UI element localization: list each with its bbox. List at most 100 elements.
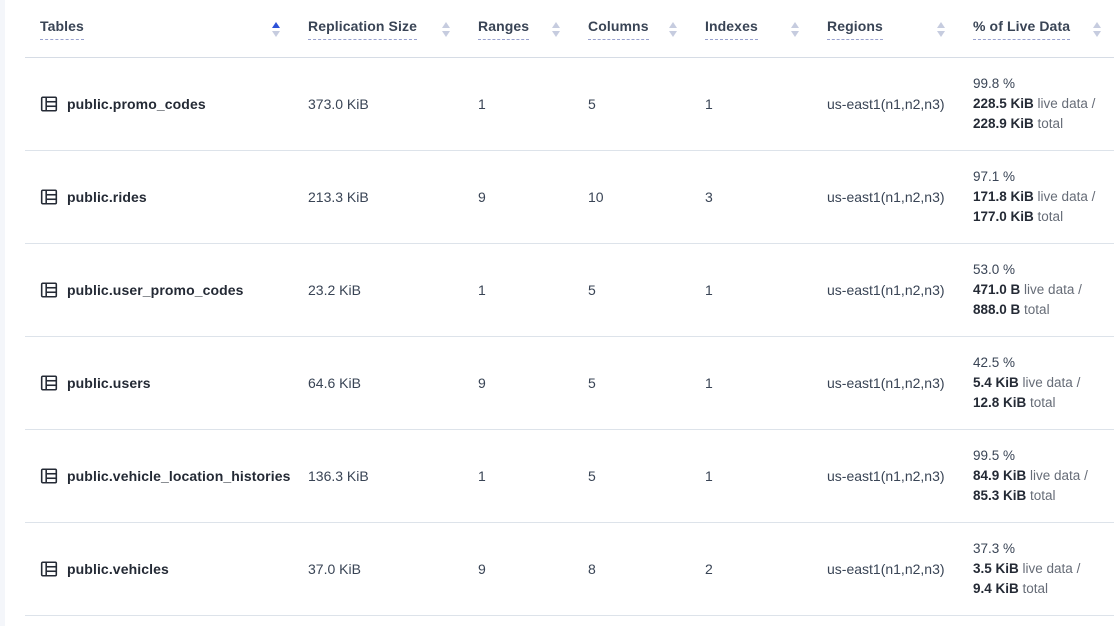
column-header[interactable]: Ranges (463, 18, 573, 40)
cell-columns: 5 (573, 96, 690, 112)
column-header[interactable]: Replication Size (293, 18, 463, 40)
total-data-amount: 9.4 KiB total (973, 579, 1114, 599)
cell-indexes: 1 (690, 96, 812, 112)
live-data-amount: 228.5 KiB live data / (973, 94, 1114, 114)
table-name-link[interactable]: public.users (67, 375, 151, 391)
sort-arrows-icon[interactable] (442, 20, 450, 37)
cell-table-name: public.rides (25, 188, 293, 206)
sort-desc-icon (442, 31, 450, 37)
table-name-link[interactable]: public.vehicle_location_histories (67, 468, 290, 484)
cell-replication-size: 213.3 KiB (293, 189, 463, 205)
table-icon (40, 281, 58, 299)
sort-asc-icon (552, 22, 560, 28)
column-header[interactable]: Regions (812, 18, 958, 40)
column-header[interactable]: Tables (25, 18, 293, 40)
cell-indexes: 3 (690, 189, 812, 205)
column-header-label: Ranges (478, 18, 529, 40)
live-data-amount: 171.8 KiB live data / (973, 187, 1114, 207)
cell-indexes: 1 (690, 375, 812, 391)
column-header-label: Indexes (705, 18, 758, 40)
cell-live-data: 97.1 % 171.8 KiB live data / 177.0 KiB t… (958, 167, 1114, 227)
table-name-link[interactable]: public.user_promo_codes (67, 282, 244, 298)
tables-table: Tables Replication Size Ranges Columns I… (25, 0, 1114, 616)
sort-desc-icon (552, 31, 560, 37)
cell-table-name: public.user_promo_codes (25, 281, 293, 299)
cell-columns: 5 (573, 375, 690, 391)
sort-arrows-icon[interactable] (552, 20, 560, 37)
column-header-label: Regions (827, 18, 883, 40)
sort-arrows-icon[interactable] (937, 20, 945, 37)
cell-columns: 5 (573, 468, 690, 484)
table-icon (40, 95, 58, 113)
cell-live-data: 99.8 % 228.5 KiB live data / 228.9 KiB t… (958, 74, 1114, 134)
page-left-gutter (0, 0, 5, 626)
sort-desc-icon (791, 31, 799, 37)
total-data-amount: 177.0 KiB total (973, 207, 1114, 227)
table-icon (40, 188, 58, 206)
table-row[interactable]: public.users 64.6 KiB 9 5 1 us-east1(n1,… (25, 337, 1114, 430)
cell-table-name: public.promo_codes (25, 95, 293, 113)
sort-desc-icon (669, 31, 677, 37)
tables-page: Tables Replication Size Ranges Columns I… (0, 0, 1114, 626)
table-row[interactable]: public.promo_codes 373.0 KiB 1 5 1 us-ea… (25, 58, 1114, 151)
sort-arrows-icon[interactable] (1093, 20, 1101, 37)
sort-asc-icon (1093, 22, 1101, 28)
cell-live-data: 37.3 % 3.5 KiB live data / 9.4 KiB total (958, 539, 1114, 599)
live-data-amount: 471.0 B live data / (973, 280, 1114, 300)
cell-columns: 5 (573, 282, 690, 298)
cell-regions: us-east1(n1,n2,n3) (812, 282, 958, 298)
sort-arrows-icon[interactable] (791, 20, 799, 37)
live-data-percent: 37.3 % (973, 539, 1114, 559)
cell-replication-size: 37.0 KiB (293, 561, 463, 577)
cell-ranges: 1 (463, 468, 573, 484)
live-data-percent: 53.0 % (973, 260, 1114, 280)
column-header[interactable]: Columns (573, 18, 690, 40)
table-icon (40, 374, 58, 392)
cell-live-data: 53.0 % 471.0 B live data / 888.0 B total (958, 260, 1114, 320)
total-data-amount: 228.9 KiB total (973, 114, 1114, 134)
cell-ranges: 9 (463, 189, 573, 205)
cell-table-name: public.vehicle_location_histories (25, 467, 293, 485)
sort-asc-icon (272, 22, 280, 28)
sort-arrows-icon[interactable] (272, 20, 280, 37)
cell-replication-size: 23.2 KiB (293, 282, 463, 298)
live-data-amount: 5.4 KiB live data / (973, 373, 1114, 393)
live-data-amount: 3.5 KiB live data / (973, 559, 1114, 579)
live-data-amount: 84.9 KiB live data / (973, 466, 1114, 486)
column-header-label: Columns (588, 18, 649, 40)
cell-replication-size: 373.0 KiB (293, 96, 463, 112)
cell-replication-size: 64.6 KiB (293, 375, 463, 391)
table-icon (40, 467, 58, 485)
column-header[interactable]: % of Live Data (958, 18, 1114, 40)
live-data-percent: 99.5 % (973, 446, 1114, 466)
table-name-link[interactable]: public.rides (67, 189, 147, 205)
table-name-link[interactable]: public.promo_codes (67, 96, 206, 112)
cell-ranges: 9 (463, 375, 573, 391)
cell-regions: us-east1(n1,n2,n3) (812, 561, 958, 577)
cell-ranges: 1 (463, 96, 573, 112)
sort-arrows-icon[interactable] (669, 20, 677, 37)
cell-replication-size: 136.3 KiB (293, 468, 463, 484)
column-header[interactable]: Indexes (690, 18, 812, 40)
table-header-row: Tables Replication Size Ranges Columns I… (25, 0, 1114, 58)
sort-asc-icon (669, 22, 677, 28)
total-data-amount: 85.3 KiB total (973, 486, 1114, 506)
table-row[interactable]: public.vehicle_location_histories 136.3 … (25, 430, 1114, 523)
cell-table-name: public.vehicles (25, 560, 293, 578)
sort-asc-icon (442, 22, 450, 28)
table-row[interactable]: public.user_promo_codes 23.2 KiB 1 5 1 u… (25, 244, 1114, 337)
sort-asc-icon (937, 22, 945, 28)
table-name-link[interactable]: public.vehicles (67, 561, 169, 577)
cell-indexes: 1 (690, 468, 812, 484)
table-row[interactable]: public.vehicles 37.0 KiB 9 8 2 us-east1(… (25, 523, 1114, 616)
sort-desc-icon (1093, 31, 1101, 37)
cell-regions: us-east1(n1,n2,n3) (812, 468, 958, 484)
sort-asc-icon (791, 22, 799, 28)
column-header-label: Tables (40, 18, 84, 40)
column-header-label: % of Live Data (973, 18, 1070, 40)
table-row[interactable]: public.rides 213.3 KiB 9 10 3 us-east1(n… (25, 151, 1114, 244)
cell-columns: 10 (573, 189, 690, 205)
cell-table-name: public.users (25, 374, 293, 392)
live-data-percent: 99.8 % (973, 74, 1114, 94)
sort-desc-icon (272, 31, 280, 37)
